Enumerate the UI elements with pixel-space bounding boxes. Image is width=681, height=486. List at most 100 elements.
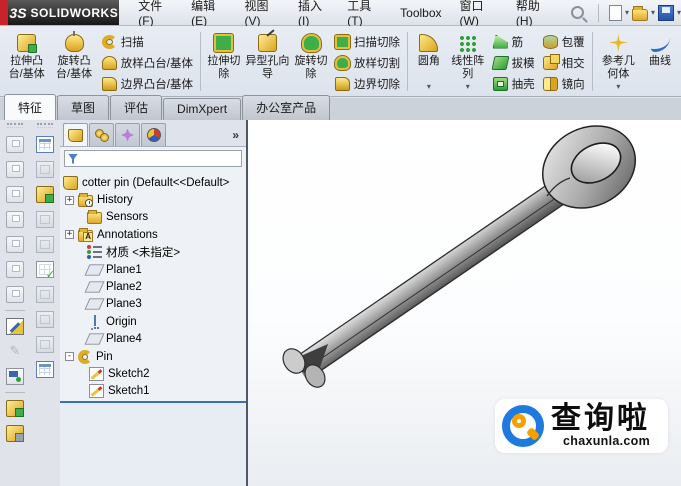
tree-item-sketch1[interactable]: Sketch1 (89, 383, 246, 400)
toolbar-grip-handle[interactable] (37, 123, 53, 128)
save-icon[interactable] (658, 4, 674, 21)
intersect-button[interactable]: 相交 (539, 52, 589, 73)
boss-feature-icon[interactable] (6, 400, 24, 417)
rib-button[interactable]: 筋 (489, 31, 539, 52)
lofted-boss-label: 放样凸台/基体 (120, 57, 193, 70)
swept-cut-icon (333, 33, 351, 50)
view-cube-icon[interactable] (6, 261, 24, 278)
tab-office-products[interactable]: 办公室产品 (242, 95, 331, 120)
draft-button[interactable]: 拔模 (489, 52, 539, 73)
reference-geometry-button[interactable]: 参考几何体 ▾ (596, 29, 642, 94)
tab-evaluate[interactable]: 评估 (110, 95, 163, 120)
new-document-icon[interactable] (608, 4, 622, 21)
hole-wizard-button[interactable]: 异型孔向导 (244, 29, 291, 94)
linear-pattern-caret-icon[interactable]: ▾ (466, 83, 470, 91)
tab-features[interactable]: 特征 (4, 94, 57, 120)
expand-toggle[interactable]: + (65, 195, 74, 205)
filter-icon (68, 153, 78, 164)
tree-item-history[interactable]: + History (65, 191, 246, 208)
instant3d-icon[interactable] (6, 368, 24, 385)
table-tool-icon[interactable] (36, 336, 54, 353)
table-tool-icon[interactable] (36, 161, 54, 178)
extruded-cut-button[interactable]: 拉伸切除 (204, 29, 244, 94)
tree-root-item[interactable]: cotter pin (Default<<Default> (63, 174, 246, 191)
pen-add-icon[interactable]: ✎ (6, 343, 24, 360)
shell-button[interactable]: 抽壳 (489, 73, 539, 94)
general-table-icon[interactable] (36, 361, 54, 378)
view-cube-icon[interactable] (6, 136, 24, 153)
tab-sketch[interactable]: 草图 (57, 95, 110, 120)
mirror-button[interactable]: 镜向 (539, 73, 589, 94)
equations-icon[interactable] (36, 186, 54, 203)
panel-overflow-chevron[interactable]: » (228, 128, 243, 146)
curves-label: 曲线 (649, 55, 672, 67)
toolbar-grip-handle[interactable] (7, 123, 23, 128)
view-cube-icon[interactable] (6, 161, 24, 178)
lofted-boss-icon (101, 55, 117, 70)
revolved-boss-button[interactable]: 旋转凸台/基体 (50, 29, 97, 94)
lofted-cut-icon (333, 54, 351, 71)
extruded-boss-button[interactable]: 拉伸凸台/基体 (3, 29, 50, 94)
search-icon[interactable] (570, 6, 584, 19)
table-tool-icon[interactable] (36, 236, 54, 253)
view-cube-icon[interactable] (6, 286, 24, 303)
lofted-cut-button[interactable]: 放样切割 (331, 52, 404, 73)
lofted-boss-button[interactable]: 放样凸台/基体 (98, 52, 197, 73)
table-tool-icon[interactable] (36, 311, 54, 328)
menu-toolbox[interactable]: Toolbox (391, 2, 450, 24)
view-cube-icon[interactable] (6, 236, 24, 253)
tree-item-sensors[interactable]: Sensors (74, 209, 246, 226)
tree-item-material[interactable]: 材质 <未指定> (74, 244, 246, 261)
tree-item-plane1[interactable]: Plane1 (74, 261, 246, 278)
view-cube-icon[interactable] (6, 211, 24, 228)
boss-feature-icon[interactable] (6, 425, 24, 442)
view-cube-icon[interactable] (6, 186, 24, 203)
sketch-icon (89, 384, 104, 399)
tree-item-plane3[interactable]: Plane3 (74, 296, 246, 313)
tree-item-label: Annotations (97, 228, 158, 241)
dimxpertmanager-tab[interactable] (141, 123, 166, 146)
tree-item-pin[interactable]: - Pin (65, 348, 246, 365)
boundary-cut-button[interactable]: 边界切除 (331, 73, 404, 94)
design-table-icon[interactable] (36, 136, 54, 153)
linear-pattern-button[interactable]: 线性阵列 ▾ (447, 29, 489, 94)
curves-button[interactable]: 曲线 (641, 29, 679, 94)
dimxpertmanager-icon (146, 128, 161, 142)
save-dropdown-caret-icon[interactable]: ▾ (677, 8, 681, 17)
fillet-button[interactable]: 圆角 ▾ (411, 29, 447, 94)
tree-item-plane4[interactable]: Plane4 (74, 331, 246, 348)
linear-pattern-icon (458, 34, 478, 52)
bom-table-icon[interactable] (36, 261, 55, 281)
table-tool-icon[interactable] (36, 286, 54, 303)
tree-item-sketch2[interactable]: Sketch2 (89, 365, 246, 382)
boundary-boss-button[interactable]: 边界凸台/基体 (98, 73, 197, 94)
expand-toggle[interactable]: + (65, 230, 74, 240)
tab-dimxpert[interactable]: DimXpert (163, 98, 242, 120)
configurationmanager-tab[interactable] (115, 123, 140, 146)
reference-geometry-caret-icon[interactable]: ▾ (616, 83, 620, 91)
tree-item-annotations[interactable]: + A Annotations (65, 226, 246, 243)
revolved-cut-button[interactable]: 旋转切除 (291, 29, 331, 94)
wrap-button[interactable]: 包覆 (539, 31, 589, 52)
feature-manager-panel: » cotter pin (Default<<Default> + Histor… (60, 120, 248, 486)
open-dropdown-caret-icon[interactable]: ▾ (651, 8, 655, 17)
edit-sketch-icon[interactable] (6, 318, 24, 335)
tree-filter-input[interactable] (81, 152, 241, 165)
expand-toggle[interactable]: - (65, 352, 74, 362)
draft-label: 拔模 (511, 57, 535, 70)
tree-item-plane2[interactable]: Plane2 (74, 278, 246, 295)
swept-boss-button[interactable]: 扫描 (98, 31, 197, 52)
new-dropdown-caret-icon[interactable]: ▾ (625, 8, 629, 17)
fillet-caret-icon[interactable]: ▾ (427, 83, 431, 91)
propertymanager-tab[interactable] (89, 123, 114, 146)
hole-wizard-label: 异型孔向导 (245, 55, 290, 80)
open-file-icon[interactable] (631, 5, 648, 21)
table-tool-icon[interactable] (36, 211, 54, 228)
rib-label: 筋 (511, 36, 524, 49)
swept-cut-button[interactable]: 扫描切除 (331, 31, 404, 52)
chaxunla-watermark: 查询啦 chaxunla.com (495, 399, 668, 453)
tree-item-origin[interactable]: Origin (74, 313, 246, 330)
extruded-cut-label: 拉伸切除 (207, 55, 241, 80)
featuremanager-tree-tab[interactable] (63, 123, 88, 146)
graphics-viewport[interactable]: 查询啦 chaxunla.com (248, 120, 681, 486)
